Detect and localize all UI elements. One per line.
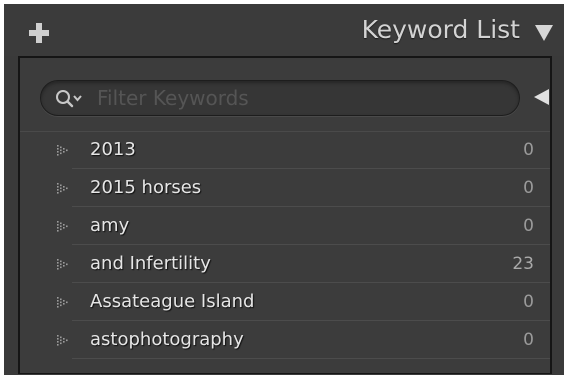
keyword-count: 0 xyxy=(523,330,534,350)
triangle-down-icon[interactable] xyxy=(534,24,554,42)
expand-triangle-icon[interactable] xyxy=(56,144,70,156)
keyword-count: 0 xyxy=(523,216,534,236)
triangle-left-icon[interactable] xyxy=(532,88,550,106)
keyword-name: 2013 xyxy=(90,139,136,160)
keyword-count: 0 xyxy=(523,292,534,312)
filter-row xyxy=(20,58,550,130)
keyword-row[interactable]: astophotography 0 xyxy=(20,321,550,359)
keyword-name: astophotography xyxy=(90,329,244,350)
filter-field[interactable] xyxy=(40,80,520,116)
keyword-row[interactable]: 2013 0 xyxy=(20,131,550,169)
keyword-row[interactable]: Assateague Island 0 xyxy=(20,283,550,321)
keyword-name: and Infertility xyxy=(90,253,211,274)
keyword-list-body: 2013 0 2015 horses 0 amy 0 and Infertility 23 As… xyxy=(18,56,552,374)
plus-icon[interactable] xyxy=(28,22,50,44)
keyword-count: 0 xyxy=(523,140,534,160)
keyword-name: 2015 horses xyxy=(90,177,202,198)
magnifier-dropdown-icon[interactable] xyxy=(55,89,85,109)
panel-header[interactable]: Keyword List xyxy=(4,4,564,56)
keyword-row[interactable]: 2015 horses 0 xyxy=(20,169,550,207)
expand-triangle-icon[interactable] xyxy=(56,296,70,308)
keyword-list: 2013 0 2015 horses 0 amy 0 and Infertility 23 As… xyxy=(20,131,550,359)
expand-triangle-icon[interactable] xyxy=(56,182,70,194)
keyword-count: 23 xyxy=(512,254,534,274)
keyword-list-panel: Keyword List 2013 0 2015 horses 0 amy 0 and In… xyxy=(4,4,564,375)
keyword-row[interactable]: amy 0 xyxy=(20,207,550,245)
panel-title: Keyword List xyxy=(361,15,520,44)
row-divider xyxy=(72,358,550,359)
expand-triangle-icon[interactable] xyxy=(56,334,70,346)
keyword-row[interactable]: and Infertility 23 xyxy=(20,245,550,283)
keyword-name: amy xyxy=(90,215,130,236)
keyword-count: 0 xyxy=(523,178,534,198)
expand-triangle-icon[interactable] xyxy=(56,220,70,232)
keyword-name: Assateague Island xyxy=(90,291,255,312)
filter-keywords-input[interactable] xyxy=(97,83,497,113)
expand-triangle-icon[interactable] xyxy=(56,258,70,270)
